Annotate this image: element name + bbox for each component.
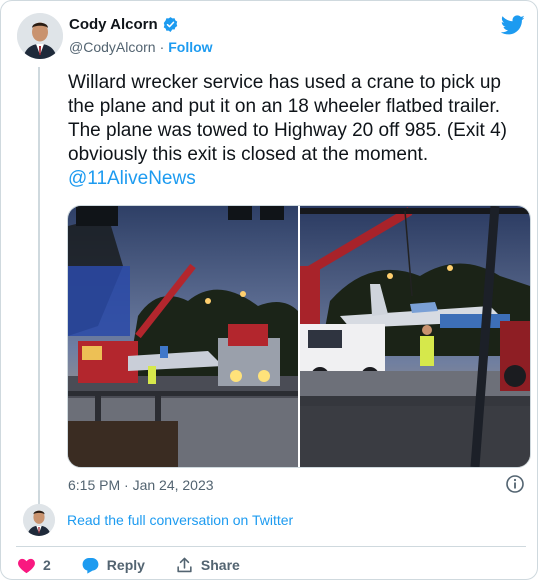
twitter-bird-icon[interactable]: [500, 13, 525, 37]
tweet-body: Willard wrecker service has used a crane…: [68, 71, 528, 191]
author-name-row: Cody Alcorn: [69, 16, 179, 33]
author-handle[interactable]: @CodyAlcorn: [69, 39, 156, 55]
reply-bubble-icon: [82, 557, 99, 574]
author-display-name[interactable]: Cody Alcorn: [69, 16, 158, 33]
heart-icon: [18, 558, 35, 573]
read-conversation-link[interactable]: Read the full conversation on Twitter: [67, 512, 293, 528]
footer-divider: [16, 546, 526, 547]
info-icon[interactable]: [505, 474, 525, 494]
reply-avatar[interactable]: [23, 504, 55, 536]
like-button[interactable]: 2: [17, 556, 51, 575]
author-avatar[interactable]: [17, 13, 63, 59]
verified-badge-icon: [162, 16, 179, 33]
photo-crane-lifting-plane[interactable]: [68, 206, 298, 467]
author-handle-row: @CodyAlcorn · Follow: [69, 39, 213, 55]
reply-label: Reply: [106, 557, 145, 573]
tweet-timestamp[interactable]: 6:15 PM · Jan 24, 2023: [68, 477, 214, 493]
thread-connector-line: [38, 67, 40, 505]
share-label: Share: [200, 557, 240, 573]
tweet-text: Willard wrecker service has used a crane…: [68, 72, 513, 165]
tweet-embed-card: Cody Alcorn @CodyAlcorn · Follow Willard…: [0, 0, 538, 580]
media-grid: [67, 205, 531, 468]
follow-button[interactable]: Follow: [168, 39, 212, 55]
action-bar: 2 Reply Share: [17, 554, 240, 576]
share-upload-icon: [177, 557, 192, 572]
photo-plane-on-flatbed[interactable]: [300, 206, 530, 467]
reply-button[interactable]: Reply: [81, 556, 145, 575]
share-button[interactable]: Share: [175, 556, 240, 575]
handle-separator: ·: [159, 39, 165, 55]
like-count: 2: [43, 557, 51, 573]
mention-link[interactable]: @11AliveNews: [68, 168, 196, 189]
